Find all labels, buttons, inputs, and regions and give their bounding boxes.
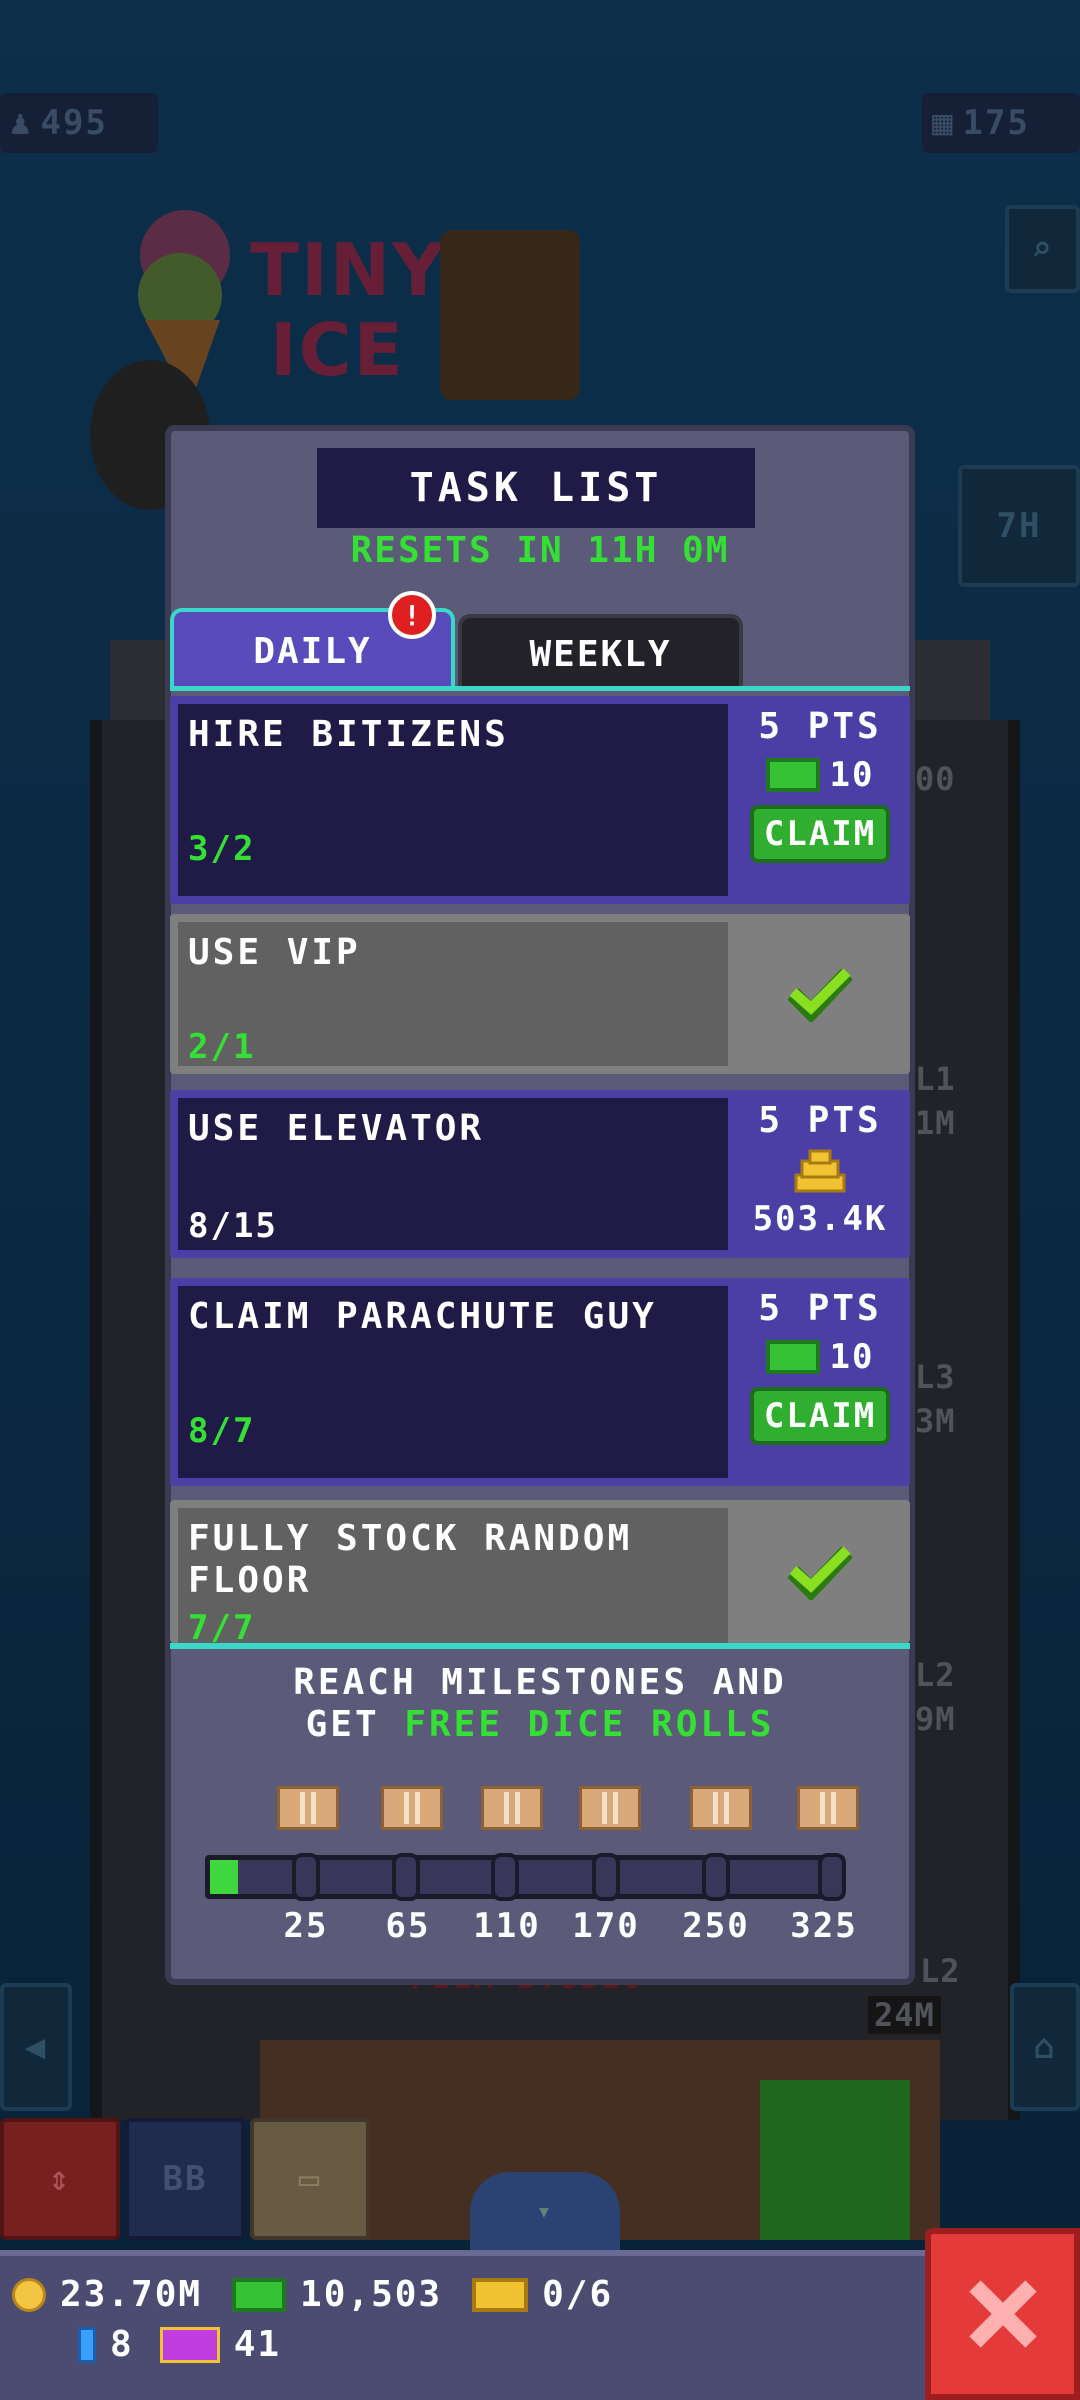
dice-reward-icon [579,1786,641,1830]
dice-reward-icon [277,1786,339,1830]
gem-icon [78,2326,96,2363]
milestone-node [818,1853,846,1901]
milestone-label: 170 [572,1906,640,1946]
milestone-label: 325 [790,1906,858,1946]
coin-icon [12,2277,46,2312]
milestone-caption: REACH MILESTONES AND GET FREE DICE ROLLS [293,1662,787,1745]
task-progress: 8/15 [188,1206,278,1246]
bux-icon [232,2277,287,2312]
task-progress: 2/1 [188,1027,256,1067]
claim-button[interactable]: CLAIM [750,1387,890,1445]
dice-reward-icon [797,1786,859,1830]
task-progress: 7/7 [188,1608,256,1643]
milestone-progress-fill [210,1860,238,1894]
milestone-label: 25 [283,1906,329,1946]
milestone-label: 65 [385,1906,431,1946]
task-name: USE VIP [188,932,361,973]
checkmark-icon [787,968,853,1022]
task-reward: 5 PTS 10 CLAIM [738,1278,902,1486]
alert-badge: ! [388,591,436,639]
claim-button[interactable]: CLAIM [750,805,890,863]
milestone-node [702,1853,730,1901]
dice-reward-icon [481,1786,543,1830]
gems-value: 8 [110,2324,134,2365]
tab-weekly[interactable]: WEEKLY [458,614,743,690]
milestone-label: 110 [473,1906,541,1946]
bux-icon [765,758,820,792]
ticket-icon [472,2277,529,2312]
bux-icon [765,1340,820,1374]
tab-underline [170,686,910,691]
task-points: 5 PTS [758,1288,882,1329]
milestone-node [392,1853,420,1901]
task-progress: 8/7 [188,1411,256,1451]
task-row-claim-parachute-guy: CLAIM PARACHUTE GUY 8/7 5 PTS 10 CLAIM [170,1278,910,1486]
close-button[interactable] [925,2228,1080,2400]
task-row-fully-stock-random-floor: FULLY STOCK RANDOM FLOOR 7/7 [170,1500,910,1643]
vip-value: 41 [233,2324,282,2365]
currency-bar: 23.70M 10,503 0/6 8 41 [0,2250,930,2400]
bux-value: 10,503 [300,2274,443,2315]
milestone-label: 250 [682,1906,750,1946]
dice-reward-icon [690,1786,752,1830]
milestone-node [491,1853,519,1901]
task-progress: 3/2 [188,829,256,869]
task-reward: 5 PTS 503.4K [738,1090,902,1258]
task-row-use-vip: USE VIP 2/1 [170,914,910,1074]
dice-reward-icon [381,1786,443,1830]
reward-amount: 10 [829,1337,875,1377]
reward-amount: 503.4K [752,1199,888,1239]
reset-timer: RESETS IN 11H 0M [350,530,730,571]
task-reward: 5 PTS 10 CLAIM [738,696,902,904]
milestone-node [592,1853,620,1901]
task-name: USE ELEVATOR [188,1108,485,1149]
milestone-divider [170,1643,910,1649]
task-points: 5 PTS [758,706,882,747]
vip-icon [159,2326,220,2363]
close-icon [968,2280,1037,2348]
task-points: 5 PTS [758,1100,882,1141]
task-row-hire-bitizens: HIRE BITIZENS 3/2 5 PTS 10 CLAIM [170,696,910,904]
reward-amount: 10 [829,755,875,795]
task-row-use-elevator: USE ELEVATOR 8/15 5 PTS 503.4K [170,1090,910,1258]
task-name: HIRE BITIZENS [188,714,509,755]
checkmark-icon [787,1545,853,1600]
coins-value: 23.70M [60,2274,203,2315]
coin-stack-icon [794,1149,846,1193]
task-name: FULLY STOCK RANDOM FLOOR [188,1518,633,1601]
modal-title: TASK LIST [317,448,755,528]
task-name: CLAIM PARACHUTE GUY [188,1296,657,1337]
tickets-value: 0/6 [542,2274,614,2315]
milestone-node [292,1853,320,1901]
